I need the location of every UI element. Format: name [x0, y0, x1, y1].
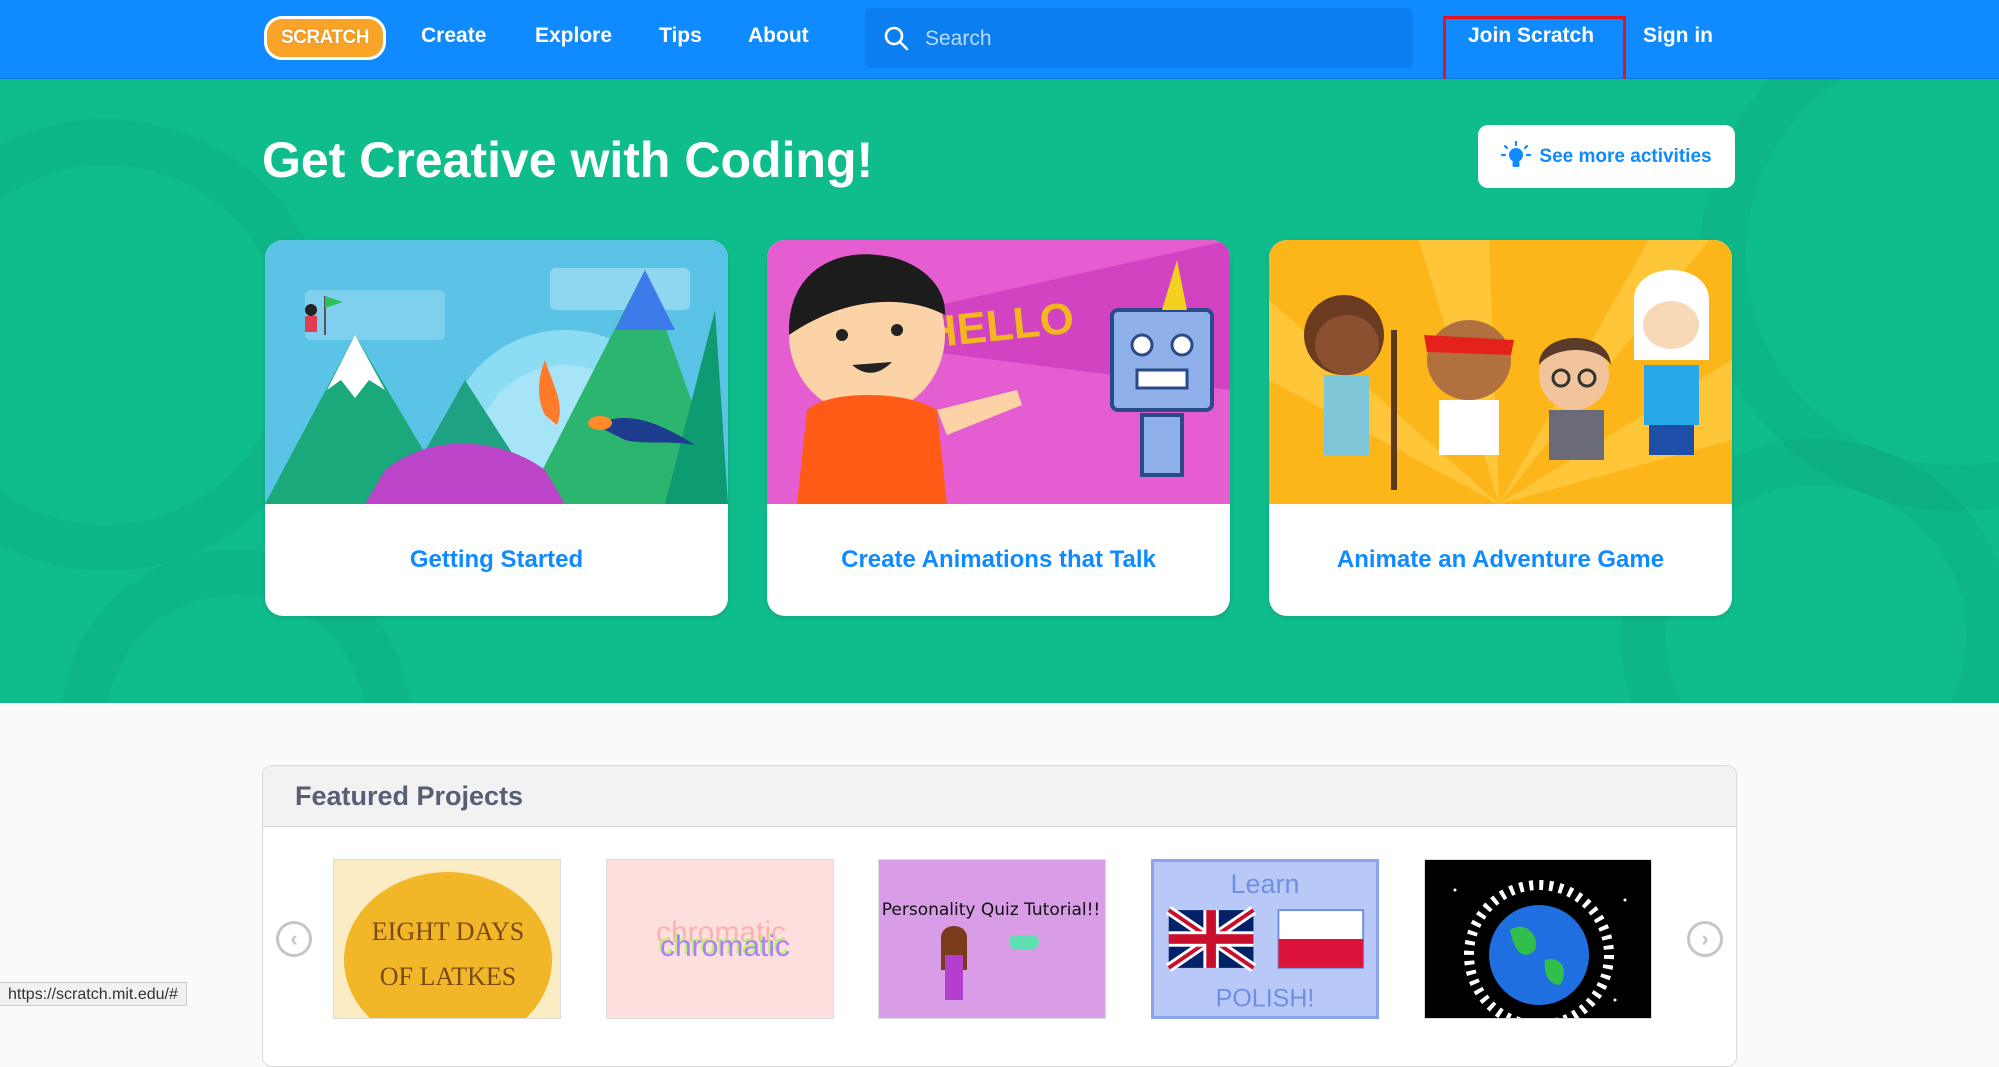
project-thumb-personality-quiz[interactable]: Personality Quiz Tutorial!!	[878, 859, 1106, 1019]
lightbulb-icon	[1501, 140, 1532, 167]
nav-create[interactable]: Create	[421, 24, 486, 48]
featured-projects-panel: Featured Projects ‹ EIGHT DAYS OF LATKES…	[262, 765, 1737, 1067]
carousel-next-arrow-icon[interactable]: ›	[1687, 921, 1723, 957]
featured-projects-header: Featured Projects	[263, 766, 1736, 827]
project-thumb-art: EIGHT DAYS OF LATKES	[344, 872, 552, 1018]
scratch-logo[interactable]: SCRATCH	[264, 16, 386, 60]
nav-explore[interactable]: Explore	[535, 24, 612, 48]
project-thumb-learn-polish[interactable]: Learn POLISH!	[1151, 859, 1379, 1019]
thumb-text: Personality Quiz Tutorial!!	[882, 900, 1100, 920]
search-box[interactable]	[865, 8, 1413, 68]
project-thumb-art: Personality Quiz Tutorial!!	[882, 900, 1100, 1000]
thumb-text-line1: Learn	[1231, 869, 1300, 899]
activity-card-adventure-game[interactable]: Animate an Adventure Game	[1269, 240, 1732, 616]
thumb-text-line2: OF LATKES	[380, 962, 517, 991]
sign-in-link[interactable]: Sign in	[1643, 24, 1713, 48]
activity-card-getting-started[interactable]: Getting Started	[265, 240, 728, 616]
thumb-text-line1: EIGHT DAYS	[372, 917, 524, 946]
search-icon	[884, 26, 909, 51]
join-scratch-link[interactable]: Join Scratch	[1468, 24, 1594, 48]
nav-tips[interactable]: Tips	[659, 24, 702, 48]
see-more-activities-button[interactable]: See more activities	[1478, 125, 1735, 188]
getting-started-illustration	[265, 240, 728, 504]
hero-title: Get Creative with Coding!	[262, 132, 874, 188]
hero-banner: Get Creative with Coding! See more activ…	[0, 79, 1999, 703]
search-input[interactable]	[923, 18, 1397, 60]
project-thumb-earth[interactable]	[1424, 859, 1652, 1019]
thumb-text: chromatic	[660, 930, 790, 963]
activity-card-title: Getting Started	[409, 546, 584, 573]
browser-status-url: https://scratch.mit.edu/#	[0, 982, 187, 1006]
project-thumb-chromatic[interactable]: chromatic chromatic chromatic	[606, 859, 834, 1019]
project-thumb-eight-days-of-latkes[interactable]: EIGHT DAYS OF LATKES	[333, 859, 561, 1019]
activity-card-title: Animate an Adventure Game	[1336, 546, 1665, 573]
project-thumb-art	[1453, 880, 1627, 1018]
activity-card-title: Create Animations that Talk	[841, 546, 1156, 573]
thumb-text-line2: POLISH!	[1216, 984, 1315, 1012]
adventure-game-illustration	[1269, 240, 1732, 504]
carousel-prev-arrow-icon[interactable]: ‹	[276, 921, 312, 957]
animations-talk-illustration: HELLO	[767, 240, 1230, 504]
activity-card-animations-talk[interactable]: HELLO Create Animations that Talk	[767, 240, 1230, 616]
project-thumb-art: chromatic chromatic chromatic	[656, 916, 790, 963]
nav-about[interactable]: About	[748, 24, 809, 48]
featured-projects-title: Featured Projects	[295, 781, 524, 811]
project-thumb-art: Learn POLISH!	[1166, 869, 1365, 1012]
top-navbar: SCRATCH Create Explore Tips About Join S…	[0, 0, 1999, 79]
see-more-activities-label: See more activities	[1539, 145, 1712, 167]
